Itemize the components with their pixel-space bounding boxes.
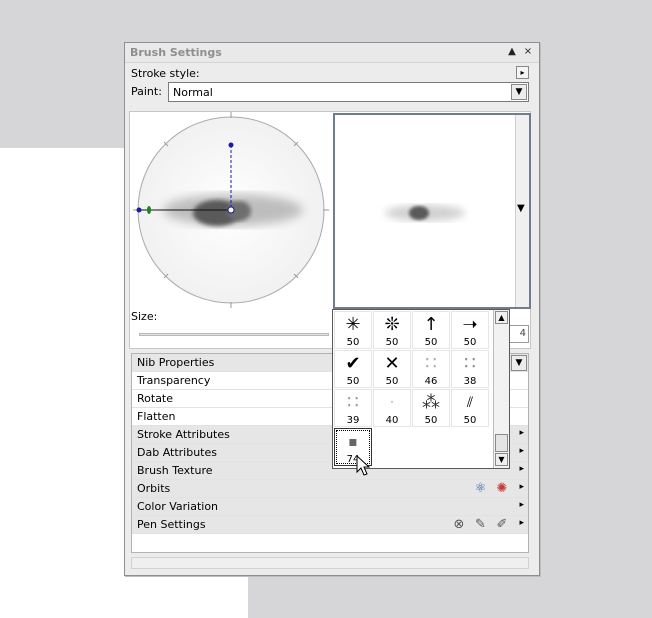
nib-option[interactable]: ⁂ 50 [412, 389, 450, 427]
paint-select[interactable]: Normal ▼ [168, 82, 529, 102]
nib-speckle-icon: ∷ [464, 353, 476, 374]
nib-picker-popup: ✳ 50 ❊ 50 ↑ 50 ➝ 50 ✔ 50 ✕ 50 ∷ 46 ∷ 38 … [332, 309, 510, 469]
center-handle[interactable] [227, 206, 235, 214]
nib-dot-icon: · [389, 392, 395, 413]
nib-size: 50 [463, 415, 477, 426]
nib-size: 50 [424, 415, 438, 426]
chevron-right-icon[interactable]: ▸ [519, 428, 524, 438]
nib-option[interactable]: ✳ 50 [334, 311, 372, 349]
nib-scatter-icon: ⁂ [422, 392, 440, 413]
chevron-down-icon[interactable]: ▼ [517, 203, 525, 214]
angle-dial[interactable] [133, 107, 333, 311]
top-handle[interactable] [228, 142, 234, 148]
pen-pressure-icon[interactable]: ✎ [473, 517, 489, 533]
property-label: Rotate [137, 392, 174, 405]
nib-option[interactable]: ✕ 50 [373, 350, 411, 388]
nib-speckle-icon: ∷ [425, 353, 437, 374]
chevron-right-icon[interactable]: ▸ [519, 500, 524, 510]
property-label: Dab Attributes [137, 446, 217, 459]
pen-bearing-icon[interactable]: ✐ [494, 517, 510, 533]
preview-scrollbar[interactable]: ▼ [515, 115, 529, 307]
paint-label: Paint: [131, 85, 162, 98]
nib-size: 50 [346, 376, 360, 387]
chevron-up-icon[interactable]: ▲ [495, 311, 508, 324]
nib-star-icon: ✳ [345, 314, 361, 335]
stroke-style-menu-button[interactable]: ▸ [516, 66, 529, 79]
nib-check-icon: ✔ [345, 353, 361, 374]
property-label: Nib Properties [137, 356, 215, 369]
chevron-down-icon[interactable]: ▼ [511, 84, 527, 100]
mouse-cursor-icon [356, 455, 370, 476]
size-label: Size: [131, 310, 158, 323]
orbits-random-icon[interactable]: ✺ [494, 481, 510, 497]
nib-option[interactable]: ∷ 38 [451, 350, 489, 388]
chevron-right-icon[interactable]: ▸ [519, 482, 524, 492]
scrollbar-thumb[interactable] [495, 434, 508, 452]
panel-footer [131, 557, 529, 569]
property-orbits[interactable]: Orbits ⚛ ✺ ▸ [132, 480, 528, 498]
nib-size: 46 [424, 376, 438, 387]
property-label: Transparency [137, 374, 211, 387]
nib-size: 39 [346, 415, 360, 426]
nib-arrow-up-icon: ↑ [423, 314, 439, 335]
stroke-preview: ▼ [333, 113, 531, 309]
nib-arrow-right-icon: ➝ [462, 314, 478, 335]
nib-option[interactable]: ❊ 50 [373, 311, 411, 349]
property-label: Flatten [137, 410, 176, 423]
nib-speckle-icon: ∷ [347, 392, 359, 413]
nib-blur-icon: ▪ [348, 434, 358, 450]
chevron-right-icon[interactable]: ▸ [519, 518, 524, 528]
panel-title: Brush Settings [130, 46, 222, 59]
nib-size: 50 [424, 337, 438, 348]
nib-snowflake-icon: ❊ [384, 314, 400, 335]
stroke-style-label: Stroke style: [131, 67, 200, 80]
orbits-icon[interactable]: ⚛ [473, 481, 489, 497]
nib-option[interactable]: ↑ 50 [412, 311, 450, 349]
chevron-down-icon[interactable]: ▼ [511, 355, 527, 371]
pen-tilt-icon[interactable]: ⊗ [451, 517, 467, 533]
panel-titlebar[interactable]: Brush Settings ▲ × [125, 43, 539, 63]
pin-button[interactable]: ▲ [505, 45, 519, 59]
size-slider[interactable] [139, 333, 329, 336]
property-label: Pen Settings [137, 518, 206, 531]
nib-size: 50 [346, 337, 360, 348]
paint-select-value: Normal [173, 86, 213, 99]
nib-option[interactable]: ∷ 46 [412, 350, 450, 388]
size-input[interactable]: 4 [509, 325, 529, 343]
angle-handle[interactable] [147, 206, 151, 214]
nib-size: 50 [385, 376, 399, 387]
property-label: Brush Texture [137, 464, 213, 477]
nib-popup-scrollbar[interactable]: ▲ ▼ [493, 310, 509, 468]
nib-size: 50 [463, 337, 477, 348]
property-label: Color Variation [137, 500, 219, 513]
property-label: Stroke Attributes [137, 428, 230, 441]
nib-slash-icon: ⫽ [466, 395, 474, 411]
nib-option[interactable]: · 40 [373, 389, 411, 427]
nib-size: 50 [385, 337, 399, 348]
nib-option[interactable]: ∷ 39 [334, 389, 372, 427]
nib-option[interactable]: ➝ 50 [451, 311, 489, 349]
nib-option[interactable]: ✔ 50 [334, 350, 372, 388]
property-color-variation[interactable]: Color Variation ▸ [132, 498, 528, 516]
property-label: Orbits [137, 482, 171, 495]
nib-size: 38 [463, 376, 477, 387]
nib-cross-icon: ✕ [384, 353, 400, 374]
chevron-right-icon[interactable]: ▸ [519, 446, 524, 456]
nib-size: 40 [385, 415, 399, 426]
property-pen-settings[interactable]: Pen Settings ⊗ ✎ ✐ ▸ [132, 516, 528, 534]
close-button[interactable]: × [521, 45, 535, 59]
chevron-down-icon[interactable]: ▼ [495, 453, 508, 466]
left-handle[interactable] [136, 207, 142, 213]
nib-option[interactable]: ⫽ 50 [451, 389, 489, 427]
chevron-right-icon[interactable]: ▸ [519, 464, 524, 474]
